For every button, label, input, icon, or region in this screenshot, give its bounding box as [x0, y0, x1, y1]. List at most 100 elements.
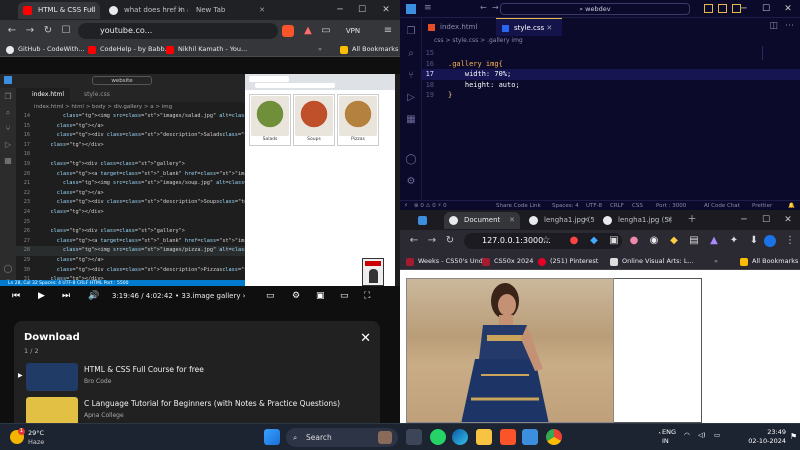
- close-icon[interactable]: ✕: [360, 331, 371, 346]
- close-icon[interactable]: ✕: [89, 2, 95, 19]
- notifications-icon[interactable]: ⚑: [790, 432, 797, 441]
- forward-icon[interactable]: →: [492, 3, 499, 12]
- start-icon[interactable]: [264, 429, 280, 445]
- all-bookmarks[interactable]: All Bookmarks: [740, 255, 798, 268]
- css-editor[interactable]: 15 16 .gallery img{ 17 width: 70%; 18 hei…: [422, 48, 800, 198]
- extension-icon[interactable]: ◉: [646, 233, 662, 249]
- prettier-status[interactable]: Prettier: [752, 201, 772, 210]
- vpn-button[interactable]: VPN: [338, 23, 368, 39]
- extension-icon[interactable]: ●: [566, 233, 582, 249]
- download-icon[interactable]: ⬇: [746, 233, 762, 249]
- layout-icon[interactable]: [704, 4, 713, 13]
- file-explorer-icon[interactable]: [476, 429, 492, 445]
- close-window-icon[interactable]: ✕: [778, 212, 798, 228]
- menu-icon[interactable]: ⋮: [782, 233, 798, 249]
- more-bookmarks-icon[interactable]: »: [714, 255, 718, 268]
- close-icon[interactable]: ✕: [667, 212, 673, 229]
- command-center-search[interactable]: ⌕ webdev: [500, 3, 690, 15]
- panel-icon[interactable]: [718, 4, 727, 13]
- volume-icon[interactable]: 🔊: [88, 289, 99, 303]
- channel-watermark[interactable]: [362, 258, 384, 286]
- close-icon[interactable]: ✕: [583, 212, 589, 229]
- back-icon[interactable]: ←: [4, 23, 20, 39]
- extension-icon[interactable]: ▲: [706, 233, 722, 249]
- fullscreen-icon[interactable]: ⛶: [364, 289, 370, 303]
- back-icon[interactable]: ←: [480, 3, 487, 12]
- back-icon[interactable]: ←: [406, 233, 422, 249]
- tab-lengha-1[interactable]: lengha1.jpg (5( ✕: [524, 212, 594, 229]
- extension-icon[interactable]: ▣: [606, 233, 622, 249]
- bookmark-github[interactable]: GitHub - CodeWith...: [6, 43, 85, 56]
- indent-setting[interactable]: Spaces: 4: [552, 201, 579, 210]
- edge-icon[interactable]: [452, 429, 468, 445]
- chapter-title[interactable]: 33.image gallery: [181, 292, 240, 300]
- taskbar-search[interactable]: ⌕ Search: [286, 428, 398, 447]
- minimize-icon[interactable]: ─: [734, 1, 754, 17]
- maximize-icon[interactable]: ☐: [352, 2, 372, 18]
- share-code-link[interactable]: Share Code Link: [496, 201, 541, 210]
- settings-icon[interactable]: ⚙: [405, 176, 417, 188]
- live-server-port[interactable]: Port : 3000: [656, 201, 686, 210]
- menu-icon[interactable]: ≡: [424, 3, 432, 13]
- tab-new-tab[interactable]: New Tab ✕: [190, 2, 270, 19]
- tab-index-html[interactable]: index.html: [422, 18, 487, 36]
- forward-icon[interactable]: →: [22, 23, 38, 39]
- vscode-tab-group[interactable]: [406, 212, 438, 229]
- encoding[interactable]: UTF-8: [586, 201, 602, 210]
- tab-href-question[interactable]: what does href in a ✕: [104, 2, 188, 19]
- tab-youtube[interactable]: HTML & CSS Full ✕: [18, 2, 100, 19]
- star-icon[interactable]: ☆: [538, 233, 554, 249]
- language-mode[interactable]: CSS: [632, 201, 643, 210]
- split-editor-icon[interactable]: ◫: [769, 21, 778, 31]
- menu-icon[interactable]: ≡: [380, 23, 396, 39]
- close-window-icon[interactable]: ✕: [778, 1, 798, 17]
- play-icon[interactable]: ▶: [38, 289, 45, 303]
- minimize-icon[interactable]: ─: [734, 212, 754, 228]
- reload-icon[interactable]: ↻: [40, 23, 56, 39]
- more-bookmarks-icon[interactable]: »: [318, 43, 322, 56]
- close-icon[interactable]: ✕: [177, 2, 183, 19]
- sidebar-icon[interactable]: ▭: [318, 23, 334, 39]
- extension-icon[interactable]: ●: [626, 233, 642, 249]
- close-icon[interactable]: ✕: [509, 212, 515, 229]
- theater-icon[interactable]: ▭: [340, 289, 349, 303]
- bookmark-visual-arts[interactable]: Online Visual Arts: L...: [610, 255, 694, 268]
- whatsapp-icon[interactable]: [430, 429, 446, 445]
- reload-icon[interactable]: ↻: [442, 233, 458, 249]
- notifications-icon[interactable]: 🔔: [788, 201, 795, 210]
- close-icon[interactable]: ✕: [546, 24, 552, 32]
- minimize-icon[interactable]: ─: [330, 2, 350, 18]
- run-debug-icon[interactable]: ▷: [405, 92, 417, 104]
- previous-icon[interactable]: ⏮: [12, 289, 20, 303]
- battery-icon[interactable]: ▭: [714, 431, 720, 439]
- new-tab-icon[interactable]: ＋: [682, 212, 702, 228]
- tab-document[interactable]: Document ✕: [444, 212, 520, 229]
- account-icon[interactable]: ◯: [405, 154, 417, 166]
- task-view-icon[interactable]: [406, 429, 422, 445]
- download-item[interactable]: ▶ HTML & CSS Full Course for free Bro Co…: [14, 363, 380, 393]
- remote-icon[interactable]: ⚡: [404, 201, 408, 210]
- settings-icon[interactable]: ⚙: [292, 289, 300, 303]
- lengha-photo[interactable]: [406, 278, 614, 423]
- clock[interactable]: 23:49 02-10-2024: [740, 428, 786, 446]
- video-player[interactable]: website ❐ ⌕ ⑂ ▷ ▦ ◯ ⚙ index.html style.c…: [0, 74, 400, 288]
- breadcrumb[interactable]: css > style.css > .gallery img: [422, 36, 800, 46]
- close-icon[interactable]: ✕: [259, 2, 265, 19]
- language-indicator[interactable]: ENG: [662, 428, 676, 436]
- tray-overflow-icon[interactable]: ˄: [658, 431, 661, 439]
- bookmark-cs50-weeks[interactable]: Weeks - CS50's Und...: [406, 255, 489, 268]
- vscode-taskbar-icon[interactable]: [522, 429, 538, 445]
- all-bookmarks[interactable]: All Bookmarks: [340, 43, 398, 56]
- next-icon[interactable]: ⏭: [62, 289, 70, 303]
- extension-icon[interactable]: ◆: [586, 233, 602, 249]
- bookmark-codehelp[interactable]: CodeHelp - by Babb...: [88, 43, 171, 56]
- maximize-icon[interactable]: ☐: [756, 1, 776, 17]
- extensions-puzzle-icon[interactable]: ✦: [726, 233, 742, 249]
- extensions-icon[interactable]: ▦: [405, 114, 417, 126]
- bookmark-icon[interactable]: ☐: [58, 23, 74, 39]
- maximize-icon[interactable]: ☐: [756, 212, 776, 228]
- brave-shield-icon[interactable]: [282, 25, 294, 37]
- problems-indicator[interactable]: ⊗ 0 ⚠ 0 ⚡ 0: [414, 201, 447, 210]
- extension-icon[interactable]: ◆: [666, 233, 682, 249]
- forward-icon[interactable]: →: [424, 233, 440, 249]
